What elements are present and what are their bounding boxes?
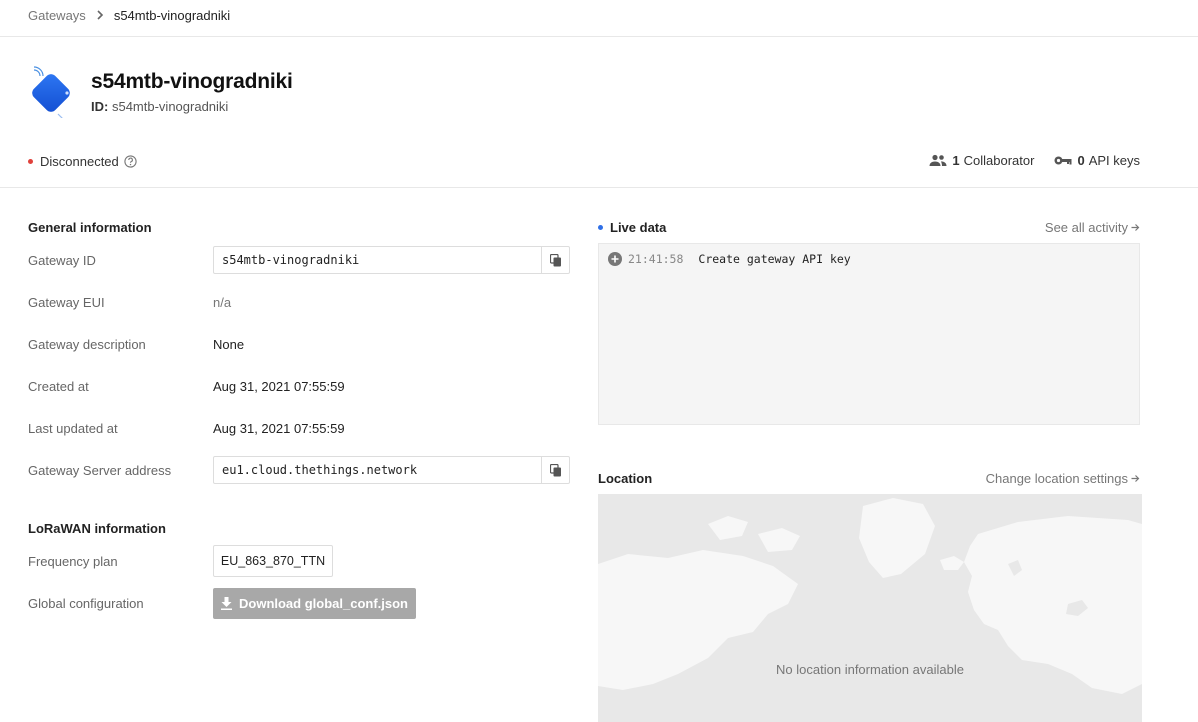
- gateway-id-value[interactable]: s54mtb-vinogradniki: [214, 253, 541, 267]
- gateway-eui-label: Gateway EUI: [28, 295, 105, 310]
- live-data-panel: 21:41:58 Create gateway API key: [598, 243, 1140, 425]
- arrow-right-icon: [1131, 224, 1140, 231]
- gateway-id-subtitle: ID: s54mtb-vinogradniki: [91, 99, 228, 114]
- world-map-image: [598, 498, 1142, 694]
- live-dot: [598, 225, 603, 230]
- copy-server-address-button[interactable]: [541, 457, 569, 483]
- server-address-label: Gateway Server address: [28, 463, 172, 478]
- id-label: ID:: [91, 99, 109, 114]
- event-text: Create gateway API key: [698, 252, 851, 266]
- download-global-conf-button[interactable]: Download global_conf.json: [213, 588, 416, 619]
- help-icon[interactable]: [124, 155, 137, 168]
- gateway-description-value: None: [213, 337, 245, 352]
- last-updated-label: Last updated at: [28, 421, 118, 436]
- divider: [0, 36, 1198, 37]
- api-keys-link[interactable]: 0 API keys: [1054, 153, 1140, 168]
- gateway-eui-value: n/a: [213, 295, 232, 310]
- lorawan-info-title: LoRaWAN information: [28, 521, 166, 536]
- event-time: 21:41:58: [628, 252, 684, 266]
- created-at-value: Aug 31, 2021 07:55:59: [213, 379, 345, 394]
- created-at-label: Created at: [28, 379, 89, 394]
- plus-circle-icon: [608, 252, 622, 266]
- chevron-right-icon: [92, 7, 108, 23]
- status-dot: [28, 159, 33, 164]
- change-location-link[interactable]: Change location settings: [986, 471, 1140, 486]
- id-value: s54mtb-vinogradniki: [111, 99, 229, 114]
- frequency-plan-value: EU_863_870_TTN: [213, 545, 333, 577]
- api-keys-label: API keys: [1088, 153, 1140, 168]
- see-all-label: See all activity: [1044, 220, 1128, 235]
- collaborators-label: Collaborator: [963, 153, 1035, 168]
- see-all-activity-link[interactable]: See all activity: [1045, 220, 1140, 235]
- divider: [0, 187, 1198, 188]
- collaborators-count: 1: [952, 153, 960, 168]
- status-indicator: Disconnected: [28, 154, 137, 169]
- copy-icon: [549, 463, 561, 476]
- copy-gateway-id-button[interactable]: [541, 247, 569, 273]
- download-label: Download global_conf.json: [239, 596, 408, 611]
- status-text: Disconnected: [40, 154, 119, 169]
- collaborators-link[interactable]: 1 Collaborator: [929, 153, 1034, 168]
- change-location-label: Change location settings: [985, 471, 1128, 486]
- server-address-field: eu1.cloud.thethings.network: [213, 456, 570, 484]
- global-config-label: Global configuration: [28, 596, 144, 611]
- header-stats: 1 Collaborator 0 API keys: [929, 153, 1140, 168]
- location-title: Location: [598, 471, 653, 486]
- people-icon: [929, 154, 947, 166]
- api-keys-count: 0: [1077, 153, 1085, 168]
- location-map[interactable]: No location information available: [598, 494, 1142, 722]
- gateway-id-label: Gateway ID: [28, 253, 96, 268]
- general-info-title: General information: [28, 220, 152, 235]
- download-icon: [221, 597, 232, 610]
- page-title: s54mtb-vinogradniki: [91, 70, 293, 93]
- breadcrumb-gateways-link[interactable]: Gateways: [28, 8, 86, 23]
- event-row[interactable]: 21:41:58 Create gateway API key: [608, 252, 851, 266]
- gateway-icon: [26, 66, 78, 121]
- breadcrumb-current: s54mtb-vinogradniki: [113, 7, 231, 23]
- gateway-description-label: Gateway description: [28, 337, 146, 352]
- copy-icon: [549, 253, 561, 266]
- live-data-title: Live data: [598, 220, 666, 235]
- no-location-message: No location information available: [776, 662, 964, 677]
- breadcrumb: Gateways s54mtb-vinogradniki: [28, 7, 230, 23]
- server-address-value[interactable]: eu1.cloud.thethings.network: [214, 463, 541, 477]
- frequency-plan-label: Frequency plan: [28, 554, 118, 569]
- last-updated-value: Aug 31, 2021 07:55:59: [213, 421, 345, 436]
- arrow-right-icon: [1131, 475, 1140, 482]
- key-icon: [1054, 156, 1072, 165]
- gateway-id-field: s54mtb-vinogradniki: [213, 246, 570, 274]
- live-data-label: Live data: [610, 220, 667, 235]
